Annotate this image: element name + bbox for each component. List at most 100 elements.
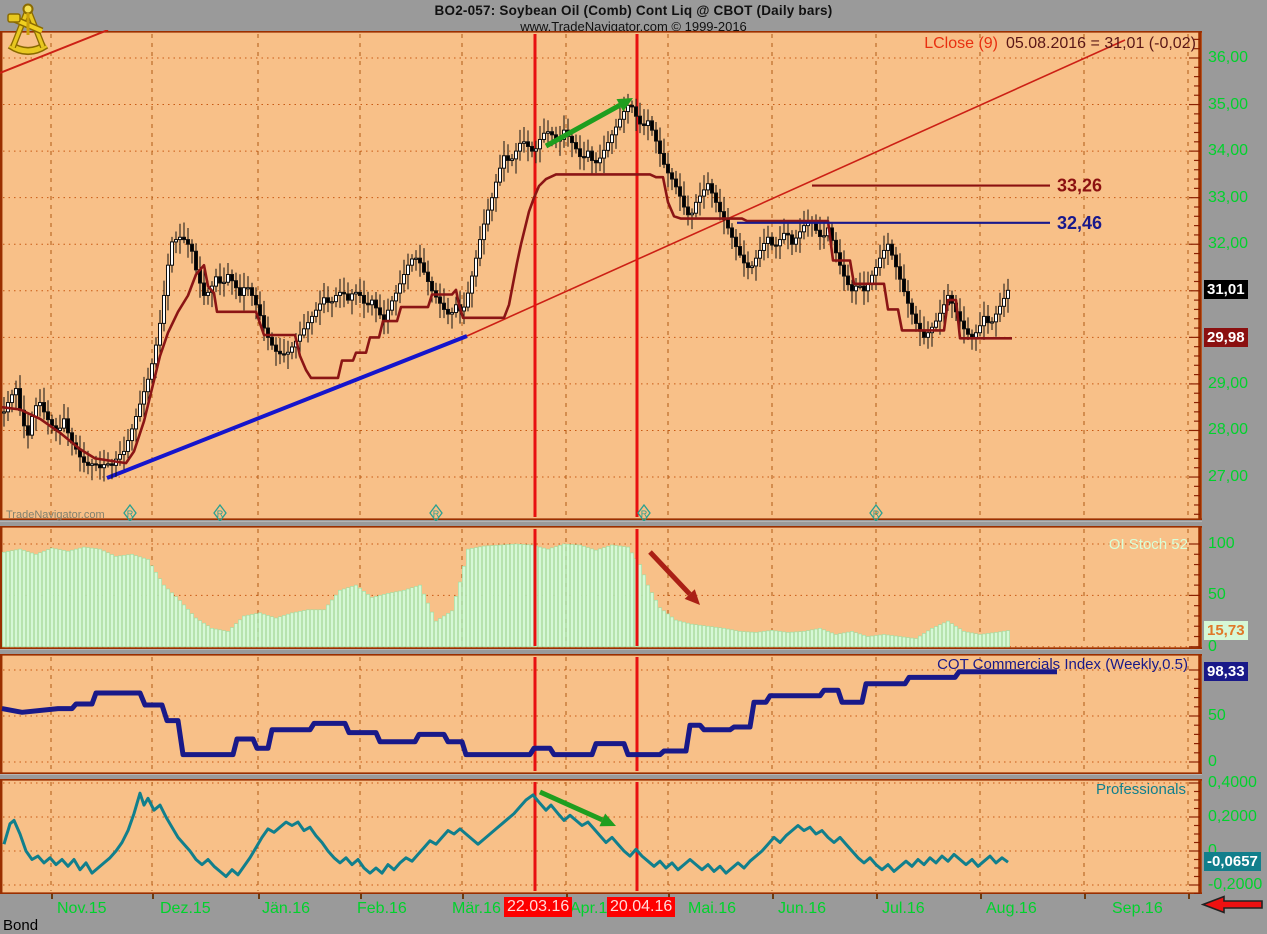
price-bar-body: [290, 346, 294, 353]
price-bar-body: [542, 132, 546, 140]
month-label: Feb.16: [357, 900, 407, 917]
price-bar-body: [174, 239, 178, 243]
stoch-histogram-bar: [478, 546, 482, 648]
stoch-histogram-bar: [90, 547, 94, 648]
price-bar-body: [354, 291, 358, 295]
price-bar-body: [658, 140, 662, 154]
stoch-histogram-bar: [2, 551, 6, 648]
stoch-histogram-bar: [526, 544, 530, 648]
stoch-histogram-bar: [462, 565, 466, 648]
rollover-marker-letter: R: [433, 509, 440, 519]
stoch-histogram-bar: [766, 630, 770, 648]
stoch-histogram-bar: [614, 545, 618, 648]
stoch-histogram-bar: [338, 589, 342, 648]
price-bar-body: [978, 325, 982, 334]
stoch-histogram-bar: [850, 631, 854, 648]
stoch-histogram-bar: [902, 636, 906, 648]
price-bar-body: [694, 201, 698, 214]
stoch-histogram-bar: [630, 552, 634, 648]
month-label: Mär.16: [452, 900, 501, 917]
value-axis-strip[interactable]: 36,00 35,00 34,00 33,00 32,00 29,00 28,00 27,00…: [1202, 31, 1267, 894]
stoch-histogram-bar: [674, 619, 678, 648]
price-bar-body: [942, 304, 946, 314]
stoch-histogram-bar: [590, 548, 594, 648]
price-bar-body: [310, 315, 314, 324]
month-label: Jun.16: [778, 900, 827, 917]
stoch-histogram-bar: [506, 544, 510, 648]
price-bar-body: [642, 123, 646, 127]
stoch-histogram-bar: [662, 610, 666, 648]
price-bar-body: [994, 313, 998, 323]
month-label: Jul.16: [882, 900, 925, 917]
price-bar-body: [46, 411, 50, 421]
stoch-histogram-bar: [382, 594, 386, 648]
x-axis-tick: [51, 894, 53, 899]
stoch-histogram-bar: [542, 547, 546, 648]
stoch-histogram-bar: [170, 592, 174, 648]
stoch-histogram-bar: [378, 595, 382, 648]
price-bar-body: [698, 195, 702, 203]
left-arrow-icon: [1201, 895, 1263, 914]
stoch-histogram-bar: [714, 626, 718, 648]
time-axis-strip[interactable]: Nov.15 Dez.15 Jän.16 Feb.16 Mär.16 Apr.16 Mai.…: [0, 894, 1267, 934]
stoch-histogram-bar: [470, 548, 474, 648]
stoch-histogram-bar: [686, 622, 690, 648]
price-bar-body: [18, 388, 22, 411]
price-bar-body: [218, 276, 222, 284]
price-bar-body: [338, 291, 342, 296]
price-bar-body: [402, 274, 406, 285]
price-chart-panel[interactable]: 33,26 32,46 R R R R R LClose (9) 05.08.2016 = 31…: [0, 30, 1202, 521]
price-bar-body: [742, 254, 746, 264]
y-tick-label: 50: [1208, 586, 1226, 604]
oi-stoch-panel[interactable]: OI Stoch 52: [0, 526, 1202, 649]
price-bar-body: [970, 333, 974, 338]
rollover-marker-letter: R: [873, 509, 880, 519]
cot-commercials-panel[interactable]: COT Commercials Index (Weekly,0.5): [0, 654, 1202, 774]
price-bar-body: [898, 266, 902, 280]
price-bar-body: [358, 291, 362, 296]
price-bar-body: [586, 150, 590, 158]
stoch-histogram-bar: [118, 555, 122, 648]
price-bar-body: [58, 427, 62, 431]
stoch-histogram-bar: [746, 631, 750, 648]
stoch-histogram-bar: [566, 543, 570, 648]
price-bar-body: [714, 192, 718, 203]
price-bar-body: [630, 104, 634, 108]
price-bar-body: [350, 293, 354, 301]
stoch-histogram-bar: [110, 554, 114, 648]
price-bar-body: [614, 126, 618, 136]
stoch-histogram-bar: [422, 593, 426, 648]
stoch-histogram-bar: [450, 610, 454, 648]
price-bar-body: [870, 274, 874, 284]
stoch-histogram-bar: [546, 548, 550, 648]
y-tick-label: 0,4000: [1208, 774, 1257, 791]
price-bar-body: [506, 155, 510, 161]
stoch-histogram-bar: [738, 631, 742, 648]
price-bar-body: [298, 334, 302, 342]
price-bar-body: [206, 291, 210, 296]
stoch-histogram-bar: [726, 628, 730, 648]
stoch-histogram-bar: [454, 596, 458, 648]
x-axis-tick: [980, 894, 982, 899]
price-bar-body: [802, 225, 806, 233]
price-bar-body: [510, 158, 514, 161]
stoch-histogram-bar: [666, 613, 670, 648]
stoch-histogram-bar: [782, 631, 786, 648]
professionals-panel[interactable]: Professionals: [0, 779, 1202, 894]
price-bar-body: [306, 322, 310, 330]
stoch-histogram-bar: [710, 626, 714, 648]
price-bar-body: [834, 239, 838, 254]
stoch-histogram-bar: [442, 615, 446, 648]
stoch-histogram-bar: [366, 594, 370, 648]
stoch-histogram-bar: [210, 627, 214, 648]
price-bar-body: [522, 141, 526, 144]
stoch-histogram-bar: [950, 623, 954, 648]
stoch-histogram-bar: [942, 622, 946, 648]
stoch-histogram-bar: [438, 618, 442, 648]
price-bar-body: [710, 183, 714, 194]
stoch-histogram-bar: [870, 635, 874, 648]
stoch-histogram-bar: [186, 608, 190, 648]
price-bar-body: [594, 159, 598, 164]
stoch-histogram-bar: [750, 631, 754, 648]
price-bar-body: [890, 243, 894, 256]
